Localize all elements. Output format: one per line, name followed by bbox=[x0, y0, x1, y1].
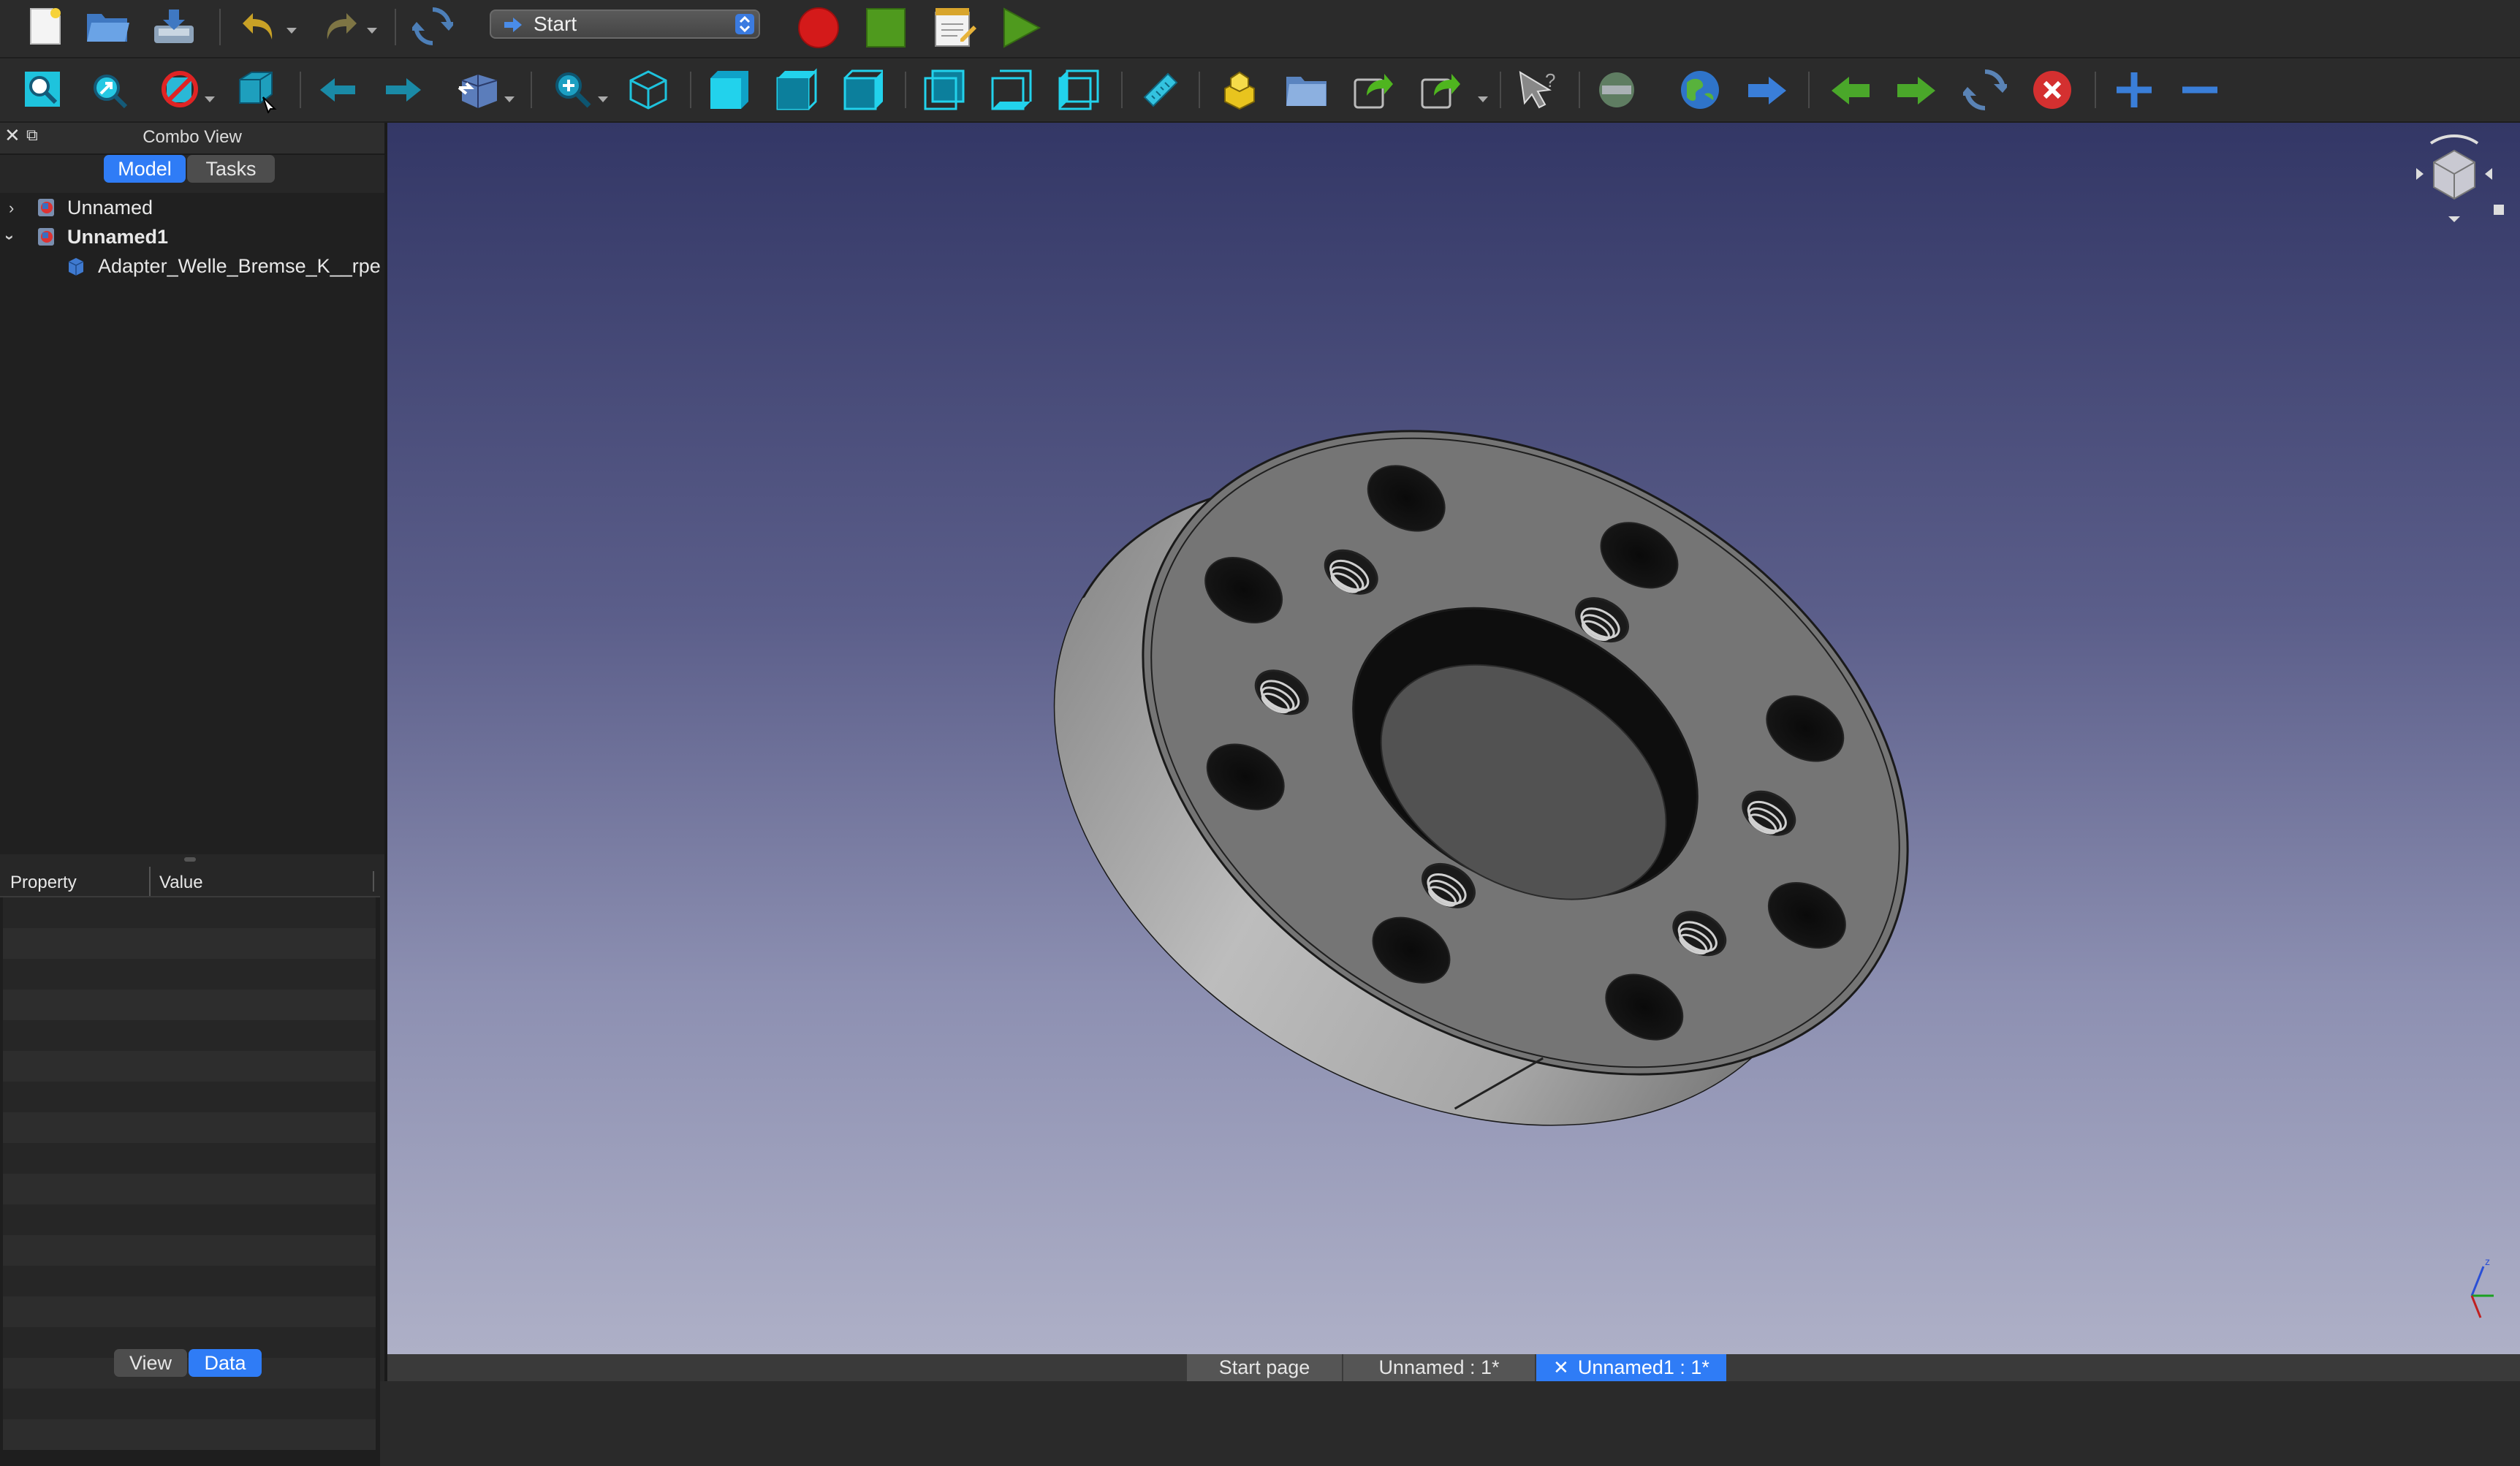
zoom-in-icon[interactable] bbox=[2111, 67, 2157, 113]
top-view-icon[interactable] bbox=[773, 67, 820, 113]
new-document-icon[interactable] bbox=[25, 4, 66, 48]
axis-indicator: z bbox=[2440, 1252, 2505, 1332]
tree-item-adapter[interactable]: Adapter_Welle_Bremse_K__rpe bbox=[0, 251, 384, 281]
workbench-selector[interactable]: Start bbox=[490, 10, 760, 39]
tab-unnamed[interactable]: Unnamed : 1* bbox=[1343, 1354, 1535, 1381]
web-go-icon[interactable] bbox=[1744, 70, 1791, 111]
tree-item-unnamed[interactable]: › Unnamed bbox=[0, 193, 384, 222]
web-forward-icon[interactable] bbox=[1893, 70, 1940, 111]
whats-this-icon[interactable]: ? bbox=[1514, 67, 1561, 113]
column-value: Value bbox=[159, 873, 203, 892]
tab-unnamed1[interactable]: ✕ Unnamed1 : 1* bbox=[1536, 1354, 1726, 1381]
link-actions-icon[interactable] bbox=[1415, 67, 1466, 113]
tree-item-unnamed1[interactable]: › Unnamed1 bbox=[0, 222, 384, 251]
main-toolbar: Start bbox=[0, 0, 2520, 58]
chevron-down-icon[interactable]: › bbox=[1, 235, 20, 240]
draw-style-icon[interactable] bbox=[158, 67, 202, 111]
web-back-icon[interactable] bbox=[1827, 70, 1874, 111]
tab-label: Unnamed1 : 1* bbox=[1577, 1356, 1709, 1378]
record-macro-icon[interactable] bbox=[795, 4, 842, 51]
undo-icon[interactable] bbox=[238, 6, 279, 47]
view-toolbar: ? bbox=[0, 58, 2520, 123]
svg-text:z: z bbox=[2485, 1256, 2490, 1267]
std-views-icon[interactable] bbox=[455, 67, 504, 114]
tab-data[interactable]: Data bbox=[189, 1349, 262, 1377]
tab-view[interactable]: View bbox=[114, 1349, 187, 1377]
front-view-icon[interactable] bbox=[706, 67, 753, 113]
document-icon bbox=[38, 228, 54, 246]
link-icon[interactable] bbox=[1349, 67, 1396, 113]
zoom-icon[interactable] bbox=[550, 67, 595, 111]
splitter-handle[interactable] bbox=[184, 857, 196, 862]
navigation-cube[interactable] bbox=[2403, 127, 2505, 229]
link-actions-dropdown-icon[interactable] bbox=[1478, 96, 1488, 102]
group-icon[interactable] bbox=[1283, 67, 1330, 113]
redo-dropdown-icon[interactable] bbox=[367, 28, 377, 34]
chevron-updown-icon bbox=[735, 14, 754, 34]
tab-model[interactable]: Model bbox=[104, 155, 186, 183]
stop-macro-icon[interactable] bbox=[862, 4, 909, 51]
part-feature-icon bbox=[68, 258, 84, 276]
web-refresh-icon[interactable] bbox=[1962, 67, 2008, 113]
save-icon[interactable] bbox=[151, 4, 197, 48]
web-home-icon[interactable] bbox=[1677, 67, 1723, 113]
document-tab-bar: Start page Unnamed : 1* ✕ Unnamed1 : 1* bbox=[387, 1354, 2520, 1381]
back-icon[interactable] bbox=[316, 72, 360, 108]
draw-style-dropdown-icon[interactable] bbox=[205, 96, 215, 102]
tree-item-label: Adapter_Welle_Bremse_K__rpe bbox=[98, 255, 381, 277]
tree-item-label: Unnamed bbox=[67, 197, 153, 219]
edit-macro-icon[interactable] bbox=[930, 3, 978, 51]
combo-view-header: ✕ ⧉ Combo View bbox=[0, 123, 384, 155]
close-tab-icon[interactable]: ✕ bbox=[1553, 1356, 1569, 1379]
bounding-box-icon[interactable] bbox=[232, 67, 281, 114]
property-header: Property Value bbox=[0, 867, 380, 897]
isometric-icon[interactable] bbox=[626, 67, 671, 113]
fit-selection-icon[interactable] bbox=[86, 67, 130, 111]
zoom-out-icon[interactable] bbox=[2176, 67, 2223, 113]
workbench-label: Start bbox=[534, 12, 577, 35]
svg-text:?: ? bbox=[1545, 69, 1555, 91]
adapter-ring-model[interactable] bbox=[387, 123, 2520, 1354]
tree-item-label: Unnamed1 bbox=[67, 226, 169, 248]
combo-view-title: Combo View bbox=[143, 127, 242, 147]
left-view-icon[interactable] bbox=[1055, 67, 1102, 113]
redo-icon[interactable] bbox=[320, 6, 361, 47]
web-settings-icon[interactable] bbox=[1593, 67, 1640, 113]
combo-view-panel: ✕ ⧉ Combo View Model Tasks › Unnamed › U… bbox=[0, 123, 387, 1466]
run-macro-icon[interactable] bbox=[997, 4, 1044, 51]
undo-dropdown-icon[interactable] bbox=[286, 28, 297, 34]
rear-view-icon[interactable] bbox=[921, 67, 968, 113]
web-stop-icon[interactable] bbox=[2029, 67, 2076, 113]
bottom-view-icon[interactable] bbox=[988, 67, 1035, 113]
model-tree: › Unnamed › Unnamed1 Adapter_Welle_Brems… bbox=[0, 193, 384, 854]
column-property: Property bbox=[10, 873, 77, 892]
std-views-dropdown-icon[interactable] bbox=[504, 96, 515, 102]
forward-icon[interactable] bbox=[382, 72, 425, 108]
chevron-right-icon[interactable]: › bbox=[9, 199, 14, 218]
open-folder-icon[interactable] bbox=[85, 4, 132, 48]
start-arrow-icon bbox=[504, 18, 522, 32]
part-icon[interactable] bbox=[1216, 67, 1263, 113]
property-editor: Property Value bbox=[0, 867, 380, 1466]
fit-all-icon[interactable] bbox=[20, 67, 64, 111]
refresh-icon[interactable] bbox=[411, 4, 455, 48]
tab-tasks[interactable]: Tasks bbox=[187, 155, 275, 183]
3d-viewport[interactable]: z bbox=[387, 123, 2520, 1354]
right-view-icon[interactable] bbox=[840, 67, 887, 113]
zoom-dropdown-icon[interactable] bbox=[598, 96, 608, 102]
document-icon bbox=[38, 199, 54, 216]
measure-icon[interactable] bbox=[1137, 67, 1184, 113]
tab-start-page[interactable]: Start page bbox=[1187, 1354, 1342, 1381]
